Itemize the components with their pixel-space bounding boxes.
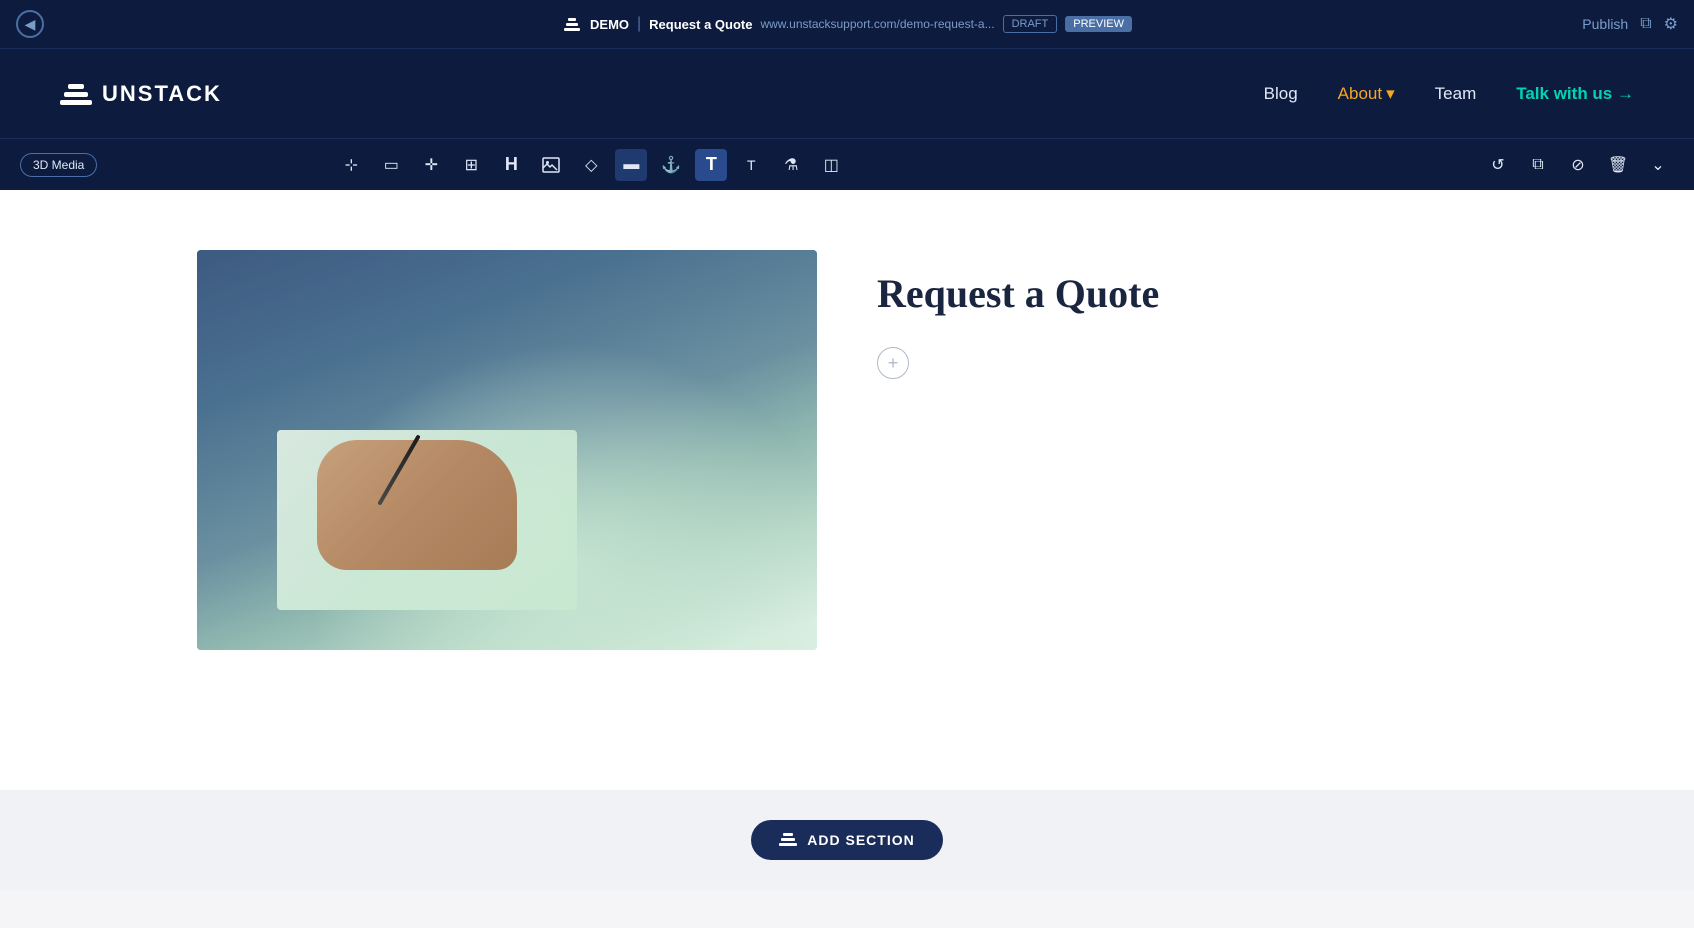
add-content-button[interactable]: +	[877, 347, 909, 379]
nav-link-blog[interactable]: Blog	[1264, 84, 1298, 104]
logo-text: UNSTACK	[102, 81, 222, 107]
publish-button[interactable]: Publish	[1582, 16, 1628, 32]
copy-icon[interactable]: ⧉	[1522, 149, 1554, 181]
nav-bar: UNSTACK Blog About ▾ Team Talk with us →	[0, 48, 1694, 138]
section-icon[interactable]: ▬	[615, 149, 647, 181]
right-content: Request a Quote +	[877, 250, 1497, 379]
content-image	[197, 250, 817, 650]
add-section-bar: ADD SECTION	[0, 790, 1694, 890]
toolbar: 3D Media ⊹ ▭ ✛ ⊞ H ◇ ▬ ⚓ T T ⚗ ◫ ↺ ⧉ ⊘ 🗑…	[0, 138, 1694, 190]
content-section: Request a Quote +	[197, 250, 1497, 650]
editor-bar-center: DEMO | Request a Quote www.unstacksuppor…	[562, 14, 1132, 34]
unstack-logo-icon	[562, 14, 582, 34]
add-section-logo-icon	[779, 832, 797, 848]
add-section-label: ADD SECTION	[807, 832, 914, 848]
logo-icon	[60, 80, 92, 108]
shape-icon[interactable]: ◇	[575, 149, 607, 181]
nav-link-team[interactable]: Team	[1435, 84, 1477, 104]
image-container[interactable]	[197, 250, 817, 650]
nav-link-about[interactable]: About ▾	[1338, 84, 1395, 104]
panel-icon[interactable]: ◫	[815, 149, 847, 181]
select-icon[interactable]: ⊹	[335, 149, 367, 181]
main-content: Request a Quote +	[0, 190, 1694, 790]
nav-link-cta[interactable]: Talk with us →	[1516, 84, 1634, 104]
back-icon: ◀	[25, 16, 36, 33]
nav-logo[interactable]: UNSTACK	[60, 80, 222, 108]
text-bold-icon[interactable]: T	[695, 149, 727, 181]
preview-badge[interactable]: PREVIEW	[1065, 16, 1132, 32]
about-chevron-icon: ▾	[1386, 84, 1395, 104]
text-icon[interactable]: T	[735, 149, 767, 181]
frame-icon[interactable]: ▭	[375, 149, 407, 181]
heading-icon[interactable]: H	[495, 149, 527, 181]
page-name: Request a Quote	[649, 17, 752, 32]
editor-bar-right: Publish ⧉ ⚙	[1582, 14, 1678, 34]
demo-label: DEMO	[590, 17, 629, 32]
hand-shape	[317, 440, 517, 570]
about-label: About	[1338, 84, 1382, 104]
toolbar-right-icons: ↺ ⧉ ⊘ 🗑 ⌄	[1482, 149, 1674, 181]
nav-links: Blog About ▾ Team Talk with us →	[1264, 84, 1634, 104]
anchor-icon[interactable]: ⚓	[655, 149, 687, 181]
image-icon[interactable]	[535, 149, 567, 181]
lab-icon[interactable]: ⚗	[775, 149, 807, 181]
grid-icon[interactable]: ⊞	[455, 149, 487, 181]
page-heading: Request a Quote	[877, 270, 1497, 317]
3d-media-button[interactable]: 3D Media	[20, 153, 97, 177]
logo-svg	[60, 80, 92, 108]
separator: |	[637, 15, 641, 33]
editor-bar: ◀ DEMO | Request a Quote www.unstacksupp…	[0, 0, 1694, 48]
toolbar-icons: ⊹ ▭ ✛ ⊞ H ◇ ▬ ⚓ T T ⚗ ◫	[335, 149, 847, 181]
hide-icon[interactable]: ⊘	[1562, 149, 1594, 181]
delete-icon[interactable]: 🗑	[1602, 149, 1634, 181]
plus-icon: +	[888, 353, 899, 374]
copy-page-button[interactable]: ⧉	[1640, 15, 1651, 33]
add-section-button[interactable]: ADD SECTION	[751, 820, 942, 860]
back-button[interactable]: ◀	[16, 10, 44, 38]
draft-badge: DRAFT	[1003, 15, 1058, 33]
page-url: www.unstacksupport.com/demo-request-a...	[760, 17, 994, 31]
collapse-icon[interactable]: ⌄	[1642, 149, 1674, 181]
move-icon[interactable]: ✛	[415, 149, 447, 181]
settings-button[interactable]: ⚙	[1664, 14, 1678, 34]
refresh-icon[interactable]: ↺	[1482, 149, 1514, 181]
